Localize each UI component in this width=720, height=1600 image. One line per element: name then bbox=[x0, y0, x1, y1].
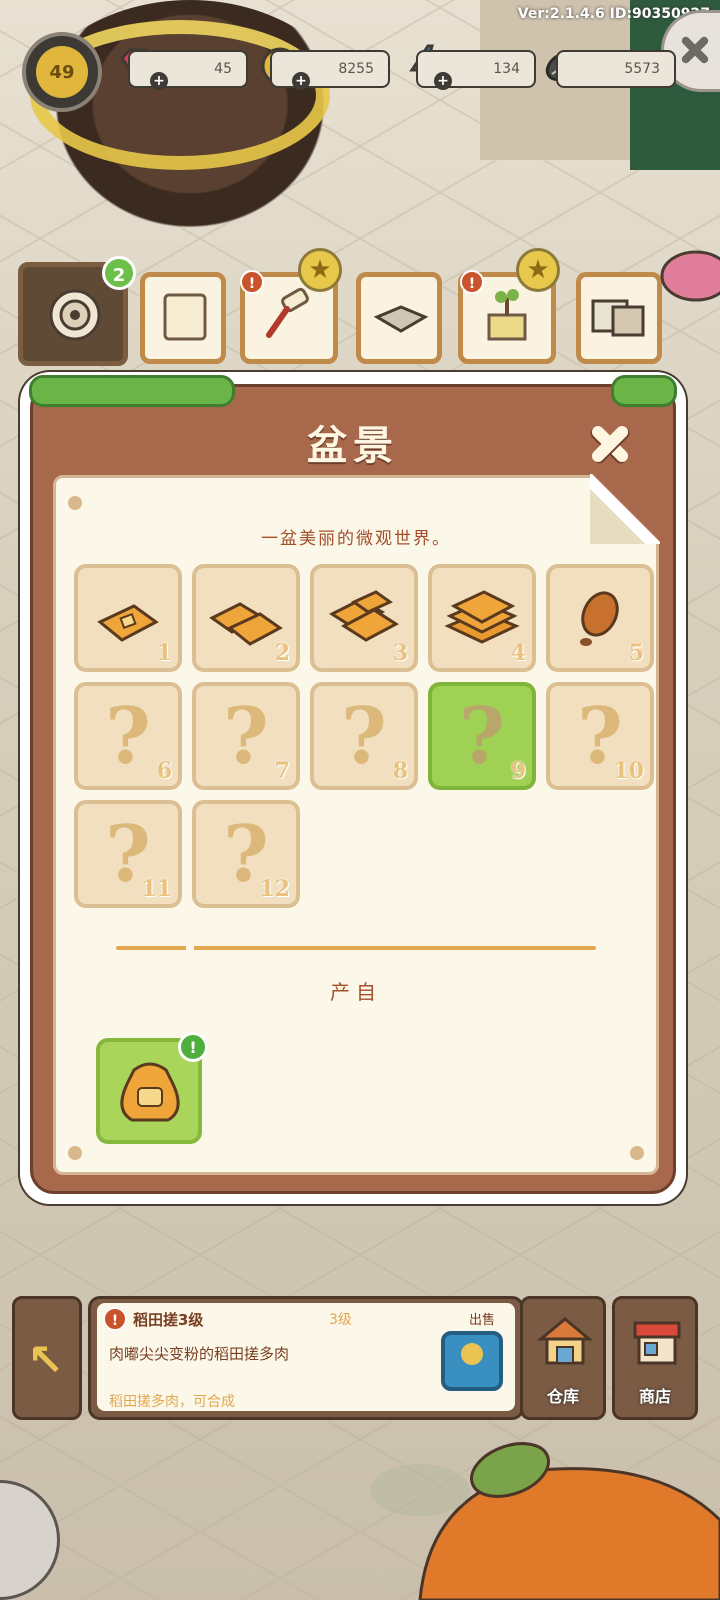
count-badge: 2 bbox=[102, 256, 136, 290]
item-info-title: 稻田搓3级 bbox=[133, 1311, 204, 1329]
player-level-badge[interactable]: 49 bbox=[22, 32, 102, 112]
piggy-bank-icon[interactable] bbox=[648, 242, 720, 302]
item-number: 9 bbox=[510, 758, 526, 784]
picture-frame-icon bbox=[591, 299, 645, 337]
item-info-description: 肉嘟尖尖变粉的稻田搓多肉 bbox=[109, 1345, 290, 1363]
item-info-panel: ! 稻田搓3级 3级 出售 肉嘟尖尖变粉的稻田搓多肉 稻田搓多肉，可合成 bbox=[88, 1296, 524, 1420]
item-info-hint: 稻田搓多肉，可合成 bbox=[109, 1394, 235, 1410]
collection-item-11-locked[interactable]: ? 11 bbox=[74, 800, 182, 908]
item-number: 12 bbox=[259, 876, 290, 902]
moss-decoration bbox=[611, 375, 677, 407]
item-number: 6 bbox=[156, 758, 172, 784]
collection-item-8-locked[interactable]: ? 8 bbox=[310, 682, 418, 790]
item-info-card: ! 稻田搓3级 3级 出售 肉嘟尖尖变粉的稻田搓多肉 稻田搓多肉，可合成 bbox=[97, 1303, 515, 1411]
close-dialog-button[interactable] bbox=[585, 419, 635, 469]
shop-label: 商店 bbox=[638, 1387, 671, 1406]
pin bbox=[68, 496, 82, 510]
sell-button[interactable] bbox=[441, 1331, 503, 1391]
shop-icon bbox=[633, 1321, 681, 1365]
info-badge: ! bbox=[240, 270, 264, 294]
dialog-title: 盆景 bbox=[307, 422, 399, 469]
warehouse-icon bbox=[537, 1317, 593, 1365]
bottom-bar: ↖ ! 稻田搓3级 3级 出售 肉嘟尖尖变粉的稻田搓多肉 稻田搓多肉，可合成 仓… bbox=[0, 1290, 720, 1430]
collection-item-5[interactable]: 5 bbox=[546, 564, 654, 672]
warehouse-label: 仓库 bbox=[546, 1387, 579, 1406]
item-info-level: 3级 bbox=[329, 1312, 352, 1328]
shelf-slot-tray[interactable] bbox=[356, 272, 442, 364]
tray-icon bbox=[373, 305, 429, 333]
scroll-icon bbox=[163, 293, 207, 341]
section-divider bbox=[116, 943, 596, 953]
coins-counter[interactable]: 8255 bbox=[270, 50, 390, 88]
moss-decoration bbox=[29, 375, 235, 407]
star-icon: ★ bbox=[298, 248, 342, 292]
collection-item-10-locked[interactable]: ? 10 bbox=[546, 682, 654, 790]
item-number: 8 bbox=[392, 758, 408, 784]
item-number: 3 bbox=[392, 640, 408, 666]
collection-item-7-locked[interactable]: ? 7 bbox=[192, 682, 300, 790]
paint-roller-icon bbox=[266, 287, 309, 338]
resource-bar: 49 45 + 8255 + 134 + 5573 bbox=[0, 30, 720, 112]
pin bbox=[68, 1146, 82, 1160]
pin bbox=[630, 1146, 644, 1160]
item-shelf: 2 ! ★ ! ★ bbox=[8, 248, 720, 380]
collection-item-12-locked[interactable]: ? 12 bbox=[192, 800, 300, 908]
collection-paper: 一盆美丽的微观世界。 1 2 3 4 5 ? 6 ? 7 ? 8 ? 9 ? 1… bbox=[53, 474, 660, 1175]
level-value: 49 bbox=[36, 46, 88, 98]
produce-label: 产自 bbox=[330, 980, 382, 1004]
info-badge: ! bbox=[460, 270, 484, 294]
seeds-counter: 5573 bbox=[556, 50, 676, 88]
collection-item-9-selected[interactable]: ? 9 bbox=[428, 682, 536, 790]
add-energy-icon[interactable]: + bbox=[434, 72, 452, 90]
item-number: 10 bbox=[613, 758, 644, 784]
sack-icon bbox=[120, 1062, 180, 1122]
item-number: 4 bbox=[510, 640, 526, 666]
item-number: 5 bbox=[628, 640, 644, 666]
item-number: 7 bbox=[274, 758, 290, 784]
dialog-frame: 盆景 一盆美丽的微观世界。 1 2 3 4 5 ? 6 ? 7 ? 8 ? 9 … bbox=[29, 375, 677, 1194]
back-button[interactable]: ↖ bbox=[12, 1296, 82, 1420]
item-number: 2 bbox=[274, 640, 290, 666]
shop-button[interactable]: 商店 bbox=[612, 1296, 698, 1420]
gems-counter[interactable]: 45 bbox=[128, 50, 248, 88]
collection-item-3[interactable]: 3 bbox=[310, 564, 418, 672]
alert-badge: ! bbox=[178, 1032, 208, 1062]
bonsai-icon bbox=[487, 289, 527, 341]
add-coins-icon[interactable]: + bbox=[292, 72, 310, 90]
warehouse-button[interactable]: 仓库 bbox=[520, 1296, 606, 1420]
star-icon: ★ bbox=[516, 248, 560, 292]
carrot-mascot-decoration bbox=[370, 1442, 720, 1600]
produce-source-item[interactable]: ! bbox=[96, 1032, 208, 1144]
shelf-slot-scroll[interactable] bbox=[140, 272, 226, 364]
info-icon: ! bbox=[103, 1307, 127, 1331]
collection-item-4[interactable]: 4 bbox=[428, 564, 536, 672]
target-icon bbox=[49, 289, 101, 341]
collection-item-6-locked[interactable]: ? 6 bbox=[74, 682, 182, 790]
add-gems-icon[interactable]: + bbox=[150, 72, 168, 90]
item-number: 11 bbox=[141, 876, 172, 902]
collection-item-1[interactable]: 1 bbox=[74, 564, 182, 672]
item-number: 1 bbox=[156, 640, 172, 666]
arrow-back-icon: ↖ bbox=[27, 1335, 64, 1386]
dialog-description: 一盆美丽的微观世界。 bbox=[261, 529, 451, 549]
bonsai-collection-dialog: 盆景 一盆美丽的微观世界。 1 2 3 4 5 ? 6 ? 7 ? 8 ? 9 … bbox=[20, 372, 686, 1204]
collection-item-2[interactable]: 2 bbox=[192, 564, 300, 672]
sell-label[interactable]: 出售 bbox=[469, 1309, 495, 1328]
